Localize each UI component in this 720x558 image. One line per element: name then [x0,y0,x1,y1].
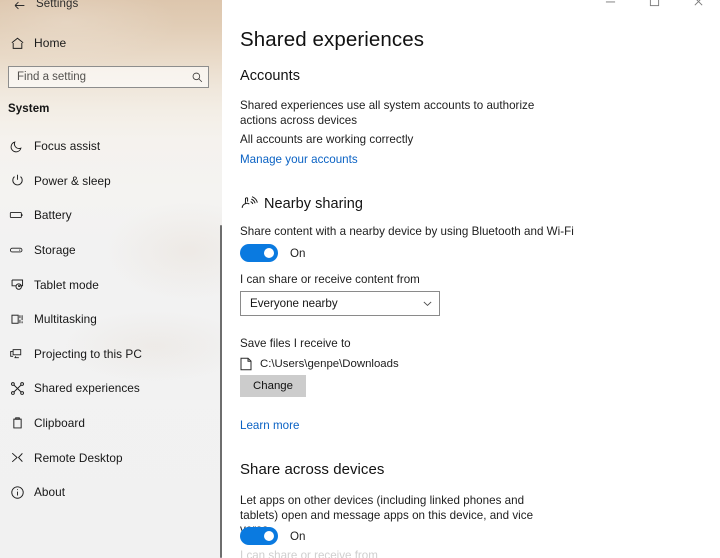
sidebar-item-label: Shared experiences [34,381,140,396]
remote-desktop-icon [0,450,34,465]
search-box[interactable] [8,66,209,88]
share-source-dropdown[interactable]: Everyone nearby [240,291,440,316]
sidebar: Home System Focus assist [0,0,222,558]
save-path-row: C:\Users\genpe\Downloads [240,356,399,372]
cutoff-text: I can share or receive from [240,549,378,558]
share-across-devices-toggle-row: On [240,526,305,546]
folder-icon [240,357,252,371]
moon-icon [0,139,34,154]
sidebar-item-power-sleep[interactable]: Power & sleep [0,164,210,199]
shared-experiences-icon [0,381,34,396]
main-content: Shared experiences Accounts Shared exper… [222,0,720,558]
search-icon[interactable] [186,71,208,84]
sidebar-item-storage[interactable]: Storage [0,233,210,268]
share-source-label: I can share or receive content from [240,273,420,286]
nearby-sharing-description: Share content with a nearby device by us… [240,225,574,238]
share-across-devices-toggle-state: On [290,529,306,543]
share-across-devices-toggle[interactable] [240,527,278,545]
manage-accounts-link[interactable]: Manage your accounts [240,153,358,166]
sidebar-item-about[interactable]: About [0,475,210,510]
sidebar-item-home-label: Home [34,36,67,50]
multitasking-icon [0,312,34,327]
accounts-heading: Accounts [240,68,301,84]
sidebar-item-home[interactable]: Home [0,32,210,54]
sidebar-item-label: Projecting to this PC [34,346,142,361]
chevron-down-icon [415,298,439,309]
sidebar-item-label: Remote Desktop [34,450,123,465]
sidebar-item-remote-desktop[interactable]: Remote Desktop [0,440,210,475]
save-files-label: Save files I receive to [240,337,351,350]
storage-icon [0,242,34,258]
sidebar-item-focus-assist[interactable]: Focus assist [0,129,210,164]
sidebar-item-label: Battery [34,208,72,223]
sidebar-item-battery[interactable]: Battery [0,198,210,233]
sidebar-item-label: Tablet mode [34,277,99,292]
home-icon [0,36,34,51]
sidebar-item-label: Clipboard [34,416,85,431]
sidebar-item-tablet-mode[interactable]: Tablet mode [0,267,210,302]
sidebar-item-multitasking[interactable]: Multitasking [0,302,210,337]
share-across-devices-heading: Share across devices [240,461,385,478]
change-button[interactable]: Change [240,375,306,397]
nearby-sharing-toggle-row: On [240,243,305,263]
sidebar-item-shared-experiences[interactable]: Shared experiences [0,371,210,406]
share-source-dropdown-value: Everyone nearby [250,297,338,310]
nearby-sharing-heading: Nearby sharing [264,196,364,212]
sidebar-item-label: About [34,485,66,500]
power-icon [0,173,34,188]
sidebar-item-label: Storage [34,243,76,258]
sidebar-group-label: System [8,103,50,115]
projecting-icon [0,346,34,362]
settings-window: Settings Home Find a setting System Focu… [0,0,720,558]
sidebar-item-clipboard[interactable]: Clipboard [0,406,210,441]
sidebar-item-label: Power & sleep [34,173,111,188]
search-input[interactable] [9,67,186,87]
battery-icon [0,207,34,223]
sidebar-item-label: Focus assist [34,139,101,154]
clipboard-icon [0,416,34,431]
save-path-value: C:\Users\genpe\Downloads [260,358,399,370]
learn-more-link[interactable]: Learn more [240,419,300,432]
accounts-status: All accounts are working correctly [240,133,414,146]
sidebar-item-label: Multitasking [34,312,97,327]
share-broadcast-icon [240,194,258,212]
sidebar-nav-list: Focus assist Power & sleep Battery Stora… [0,129,210,510]
page-title: Shared experiences [240,28,425,51]
nearby-sharing-toggle-state: On [290,246,306,260]
nearby-sharing-toggle[interactable] [240,244,278,262]
tablet-icon [0,277,34,292]
toggle-knob [264,531,274,541]
accounts-description: Shared experiences use all system accoun… [240,99,535,127]
sidebar-item-projecting[interactable]: Projecting to this PC [0,337,210,372]
info-icon [0,485,34,500]
toggle-knob [264,248,274,258]
